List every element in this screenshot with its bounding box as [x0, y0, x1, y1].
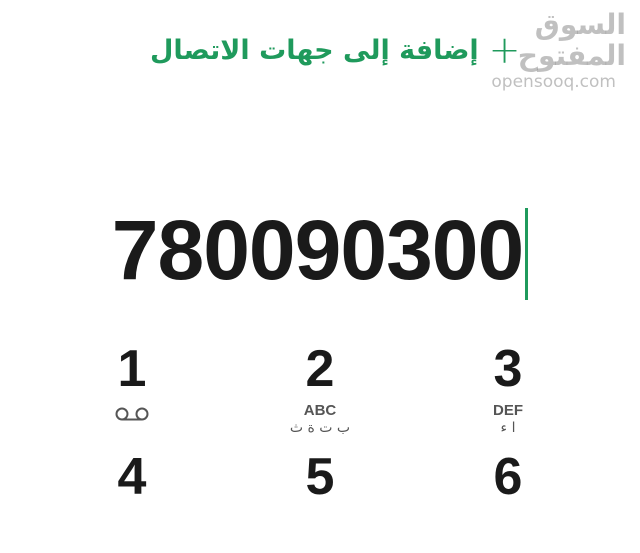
key-6[interactable]: 6: [423, 443, 593, 553]
key-letters-latin: ABC: [303, 402, 337, 419]
watermark-arabic: السوق المفتوح: [517, 8, 626, 72]
dialed-number: 780090300: [111, 202, 524, 297]
key-4[interactable]: 4: [47, 443, 217, 553]
key-digit: 4: [117, 448, 147, 506]
key-5[interactable]: 5: [235, 443, 405, 553]
dialed-number-field[interactable]: 780090300: [0, 203, 640, 300]
key-digit: 3: [493, 340, 523, 398]
text-cursor: [525, 208, 529, 300]
key-digit: 1: [117, 340, 147, 398]
key-3[interactable]: 3 DEF ا ء: [423, 335, 593, 445]
key-digit: 6: [493, 448, 523, 506]
add-to-contacts-button[interactable]: + إضافة إلى جهات الاتصال: [150, 26, 521, 74]
key-letters-arabic: ا ء: [500, 420, 516, 436]
watermark-latin: opensooq.com: [491, 71, 616, 92]
voicemail-icon: [115, 407, 149, 421]
dial-keypad: 1 2 ABC ب ت ة ث 3 DEF ا ء 4 5 6: [0, 335, 640, 506]
key-digit: 5: [305, 448, 335, 506]
key-digit: 2: [305, 340, 335, 398]
key-2[interactable]: 2 ABC ب ت ة ث: [235, 335, 405, 445]
watermark-logo: السوق المفتوح opensooq.com: [476, 8, 626, 91]
add-to-contacts-label: إضافة إلى جهات الاتصال: [150, 34, 479, 66]
key-1[interactable]: 1: [47, 335, 217, 445]
key-letters-latin: DEF: [493, 402, 523, 419]
key-letters-arabic: ب ت ة ث: [289, 420, 351, 436]
